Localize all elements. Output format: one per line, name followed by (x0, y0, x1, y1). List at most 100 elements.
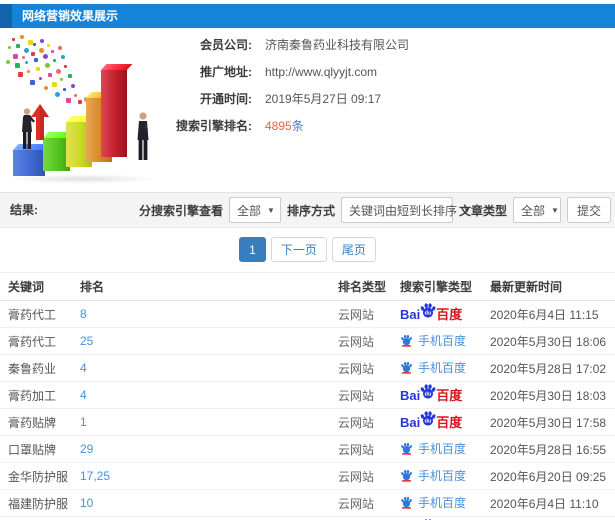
rank-count-row: 搜索引擎排名: 4895条 (160, 112, 409, 139)
sort-select[interactable]: 关键词由短到长排序 ▼ (340, 197, 471, 223)
rank-link[interactable]: 29 (80, 442, 338, 456)
open-time-row: 开通时间: 2019年5月27日 09:17 (160, 85, 409, 112)
header-update-time: 最新更新时间 (490, 280, 563, 294)
engine-logo-cell: Bai du 百度 (400, 302, 490, 324)
bar-red (101, 70, 127, 157)
confetti-dot (47, 44, 50, 47)
update-time-cell: 2020年5月30日 17:58 (490, 415, 607, 430)
open-time-value: 2019年5月27日 09:17 (265, 92, 382, 106)
pagination-next-button[interactable]: 下一页 (270, 237, 327, 262)
keyword-ranking-table: 关键词 排名 排名类型 搜索引擎类型 最新更新时间 膏药代工 8 云网站 Bai… (0, 272, 615, 520)
baidu-mobile-logo: 手机百度 (400, 359, 466, 376)
keyword-cell: 福建防护服 (8, 496, 69, 511)
article-type-label: 文章类型 (458, 203, 507, 218)
rank-type-cell: 云网站 (338, 496, 375, 511)
rank-link[interactable]: 4 (80, 361, 338, 375)
engine-logo-cell: 手机百度 (400, 359, 490, 377)
confetti-dot (8, 46, 11, 49)
confetti-dot (61, 55, 65, 59)
member-company-row: 会员公司: 济南秦鲁药业科技有限公司 (160, 31, 409, 58)
keyword-cell: 金华防护服 (8, 469, 69, 484)
article-type-select[interactable]: 全部 ▼ (512, 197, 561, 223)
header-rank: 排名 (80, 280, 105, 294)
table-row: 膏药代工 25 云网站 手机百度 2020年5月30日 18:06 (0, 328, 615, 355)
confetti-dot (27, 70, 30, 73)
confetti-dot (71, 84, 75, 88)
confetti-dot (55, 92, 60, 97)
confetti-dot (51, 50, 54, 53)
pagination-last-button[interactable]: 尾页 (331, 237, 376, 262)
confetti-dot (58, 46, 62, 50)
title-bar-accent (0, 4, 12, 28)
submit-button[interactable]: 提交 (566, 197, 611, 223)
rank-link[interactable]: 1 (80, 415, 338, 429)
confetti-dot (74, 94, 77, 97)
filter-bar: 结果: 分搜索引擎查看 全部 ▼ 排序方式 关键词由短到长排序 ▼ 文章类型 全… (0, 192, 615, 228)
rank-link[interactable]: 8 (80, 307, 338, 321)
rank-count-value: 4895条 (265, 119, 304, 133)
promo-url-link[interactable]: http://www.qlyyjt.com (265, 65, 377, 79)
member-info-panel: 会员公司: 济南秦鲁药业科技有限公司 推广地址: http://www.qlyy… (160, 31, 409, 139)
keyword-cell: 膏药贴牌 (8, 415, 57, 430)
baidu-mobile-paw-icon (400, 469, 413, 482)
confetti-dot (52, 82, 57, 87)
confetti-dot (16, 44, 20, 48)
confetti-dot (45, 63, 50, 68)
keyword-cell: 口罩贴牌 (8, 442, 57, 457)
table-row: 膏药贴牌 1 云网站 Bai du 百度 2020年5月30日 17:58 (0, 409, 615, 436)
url-label: 推广地址: (200, 65, 252, 79)
baidu-pc-logo: Bai du 百度 (400, 302, 462, 324)
rank-link[interactable]: 25 (80, 334, 338, 348)
rank-link[interactable]: 10 (80, 496, 338, 510)
confetti-dot (43, 54, 48, 59)
confetti-dot (18, 72, 23, 77)
table-row: 秦鲁药业 4 云网站 手机百度 2020年5月28日 17:02 (0, 355, 615, 382)
keyword-cell: 秦鲁药业 (8, 361, 57, 376)
update-time-cell: 2020年5月30日 18:03 (490, 388, 607, 403)
chevron-down-icon: ▼ (267, 205, 275, 215)
rank-type-cell: 云网站 (338, 361, 375, 376)
baidu-pc-logo: Bai du 百度 (400, 384, 462, 405)
confetti-dot (13, 54, 18, 59)
table-row: 膏药代工 8 云网站 Bai du 百度 2020年6月4日 11:15 (0, 301, 615, 328)
rank-type-cell: 云网站 (338, 334, 375, 349)
svg-text:du: du (425, 392, 432, 398)
confetti-dot (78, 100, 82, 104)
confetti-dot (44, 86, 48, 90)
promo-url-row: 推广地址: http://www.qlyyjt.com (160, 58, 409, 85)
engine-filter-select[interactable]: 全部 ▼ (228, 197, 281, 223)
confetti-dot (56, 69, 61, 74)
baidu-paw-icon: du (419, 302, 437, 322)
baidu-mobile-logo: 手机百度 (400, 467, 466, 484)
confetti-dot (24, 48, 29, 53)
confetti-dot (6, 60, 10, 64)
header-rank-type: 排名类型 (338, 280, 387, 294)
confetti-dot (48, 73, 52, 77)
confetti-dot (34, 58, 38, 62)
update-time-cell: 2020年6月4日 11:10 (490, 496, 599, 511)
confetti-dot (25, 61, 28, 64)
header-keyword: 关键词 (8, 280, 45, 294)
results-label: 结果: (10, 203, 38, 217)
svg-text:du: du (425, 419, 432, 425)
table-row: 膏药加工 4 云网站 Bai du 百度 2020年5月30日 18:03 (0, 382, 615, 409)
company-label: 会员公司: (200, 38, 252, 52)
rank-link[interactable]: 4 (80, 388, 338, 402)
pagination: 1 下一页 尾页 (0, 237, 615, 262)
pagination-page-1[interactable]: 1 (239, 237, 266, 262)
update-time-cell: 2020年5月28日 17:02 (490, 361, 607, 376)
table-row: 福建防护服 10 云网站 手机百度 2020年6月4日 11:10 (0, 490, 615, 517)
company-link[interactable]: 济南秦鲁药业科技有限公司 (265, 36, 409, 53)
filter-controls: 分搜索引擎查看 全部 ▼ 排序方式 关键词由短到长排序 ▼ 文章类型 全部 ▼ … (139, 193, 611, 227)
businessman-figure-right (137, 112, 149, 160)
confetti-dot (12, 38, 15, 41)
confetti-dot (68, 74, 72, 78)
baidu-paw-icon: du (419, 410, 437, 430)
table-row: 金华防护服 17,25 云网站 手机百度 2020年6月20日 09:25 (0, 463, 615, 490)
confetti-dot (15, 63, 20, 68)
engine-filter-label: 分搜索引擎查看 (138, 203, 223, 218)
rank-link[interactable]: 17,25 (80, 469, 338, 483)
rank-type-cell: 云网站 (338, 307, 375, 322)
bar-blue (13, 150, 45, 176)
header-engine-type: 搜索引擎类型 (400, 280, 473, 294)
